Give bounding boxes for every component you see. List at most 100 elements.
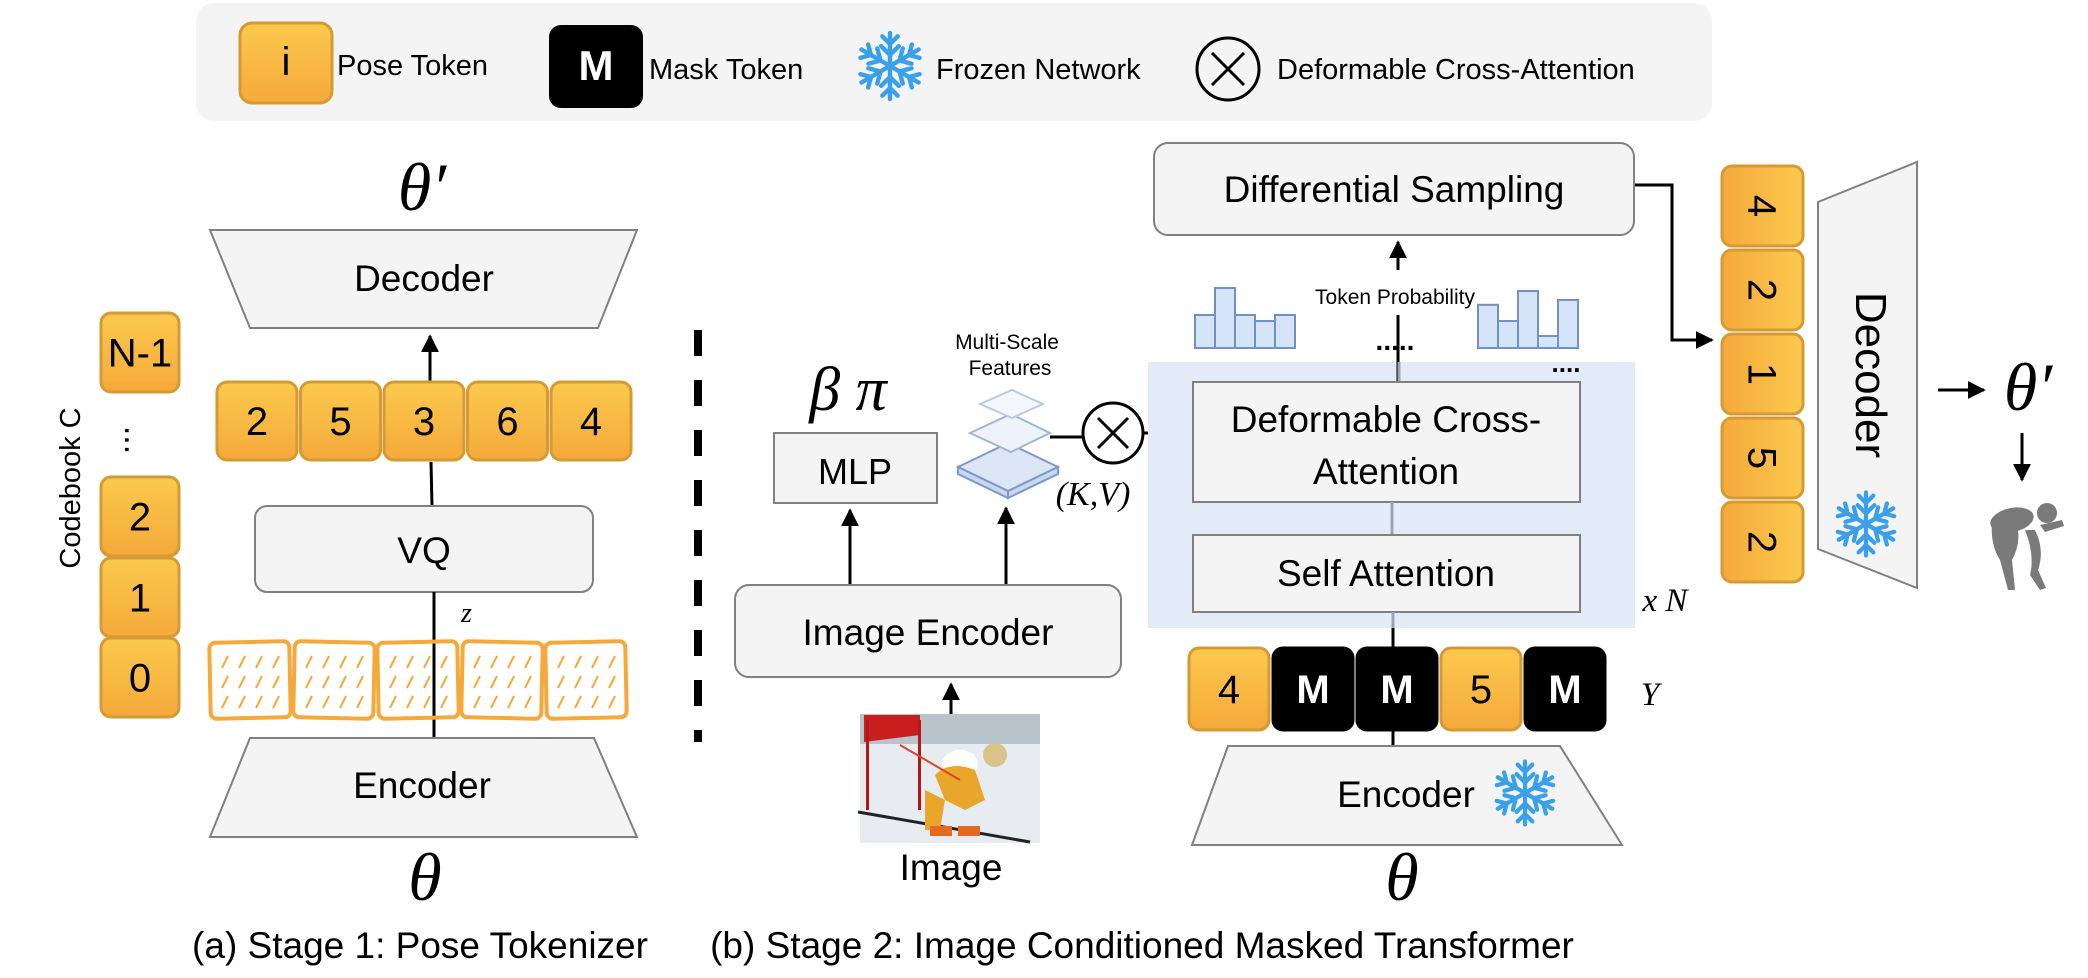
token-label: 2 <box>1740 279 1784 301</box>
token-label: 4 <box>1740 195 1784 217</box>
stage2-caption: (b) Stage 2: Image Conditioned Masked Tr… <box>710 925 1574 966</box>
self-attention-label: Self Attention <box>1277 553 1495 594</box>
latent-feature <box>207 639 293 721</box>
token-label: 5 <box>1740 447 1784 469</box>
output-token-column: 4 2 1 5 2 <box>1720 164 1805 584</box>
probability-bar <box>1254 320 1276 349</box>
token-probability-hist-left <box>1194 287 1296 349</box>
token-label: 2 <box>246 400 268 444</box>
token-label: 1 <box>1740 363 1784 385</box>
deformable-ca-label-2: Attention <box>1313 451 1459 492</box>
latent-feature <box>375 639 461 721</box>
stage2-encoder-label: Encoder <box>1337 774 1475 815</box>
probability-bar <box>1194 314 1216 349</box>
mask-token-glyph: M <box>579 42 614 89</box>
mask-token: M <box>1523 646 1607 732</box>
mask-token: M <box>1355 646 1439 732</box>
pose-token-glyph: i <box>282 40 291 84</box>
pose-token: 4 <box>549 380 633 462</box>
probability-bar <box>1537 335 1559 349</box>
token-label: M <box>1296 668 1329 712</box>
vq-label: VQ <box>397 530 450 571</box>
multiscale-features-icon <box>955 388 1061 500</box>
beta-pi-label: β π <box>808 356 888 424</box>
codebook-entry: N-1 <box>99 311 181 394</box>
differential-sampling-label: Differential Sampling <box>1224 169 1565 210</box>
latent-feature <box>459 639 545 721</box>
token-label: 2 <box>1740 531 1784 553</box>
token-label: M <box>1548 668 1581 712</box>
codebook-column: N-1... 2 1 0 <box>99 311 181 719</box>
token-probability-hist-right <box>1477 290 1579 349</box>
cross-attention-label: Deformable Cross-Attention <box>1277 54 1635 86</box>
probability-bar <box>1497 320 1519 349</box>
token-label: 5 <box>329 400 351 444</box>
output-token: 2 <box>1720 248 1805 332</box>
pose-token: 6 <box>466 380 549 462</box>
ellipsis-mid: ..... <box>1376 325 1415 356</box>
pose-token: 5 <box>299 380 382 462</box>
codebook-label: Codebook C <box>55 407 87 568</box>
token-label: 3 <box>413 400 435 444</box>
stage2: β π MLP Multi-Scale Features (K,V) Image… <box>710 142 2064 966</box>
probability-bar <box>1274 314 1296 349</box>
pose-token: 4 <box>1187 646 1271 732</box>
ellipsis-right: .... <box>1552 348 1581 378</box>
stage1-caption: (a) Stage 1: Pose Tokenizer <box>192 925 648 966</box>
token-label: 5 <box>1470 668 1492 712</box>
legend: i Pose Token M Mask Token Frozen Network… <box>196 3 1712 121</box>
output-token: 4 <box>1720 164 1805 248</box>
arrow-to-output-tokens <box>1635 183 1714 349</box>
multiscale-label-1: Multi-Scale <box>955 331 1059 354</box>
latent-feature <box>291 639 377 721</box>
token-label: 6 <box>496 400 518 444</box>
image-encoder-label: Image Encoder <box>803 612 1054 653</box>
probability-bar <box>1477 303 1499 349</box>
latent-features <box>207 639 629 721</box>
stage2-theta: θ <box>1385 839 1418 915</box>
deformable-ca-label-1: Deformable Cross- <box>1231 399 1541 440</box>
multiscale-label-2: Features <box>969 357 1052 380</box>
output-token: 2 <box>1720 500 1805 584</box>
z-label: z <box>460 598 472 629</box>
token-label: 0 <box>129 657 151 701</box>
latent-feature <box>543 639 629 721</box>
stage2-decoder-label: Decoder <box>1846 292 1895 458</box>
pose-token: 3 <box>382 380 466 462</box>
pose-token-label: Pose Token <box>337 50 488 82</box>
token-probability-label: Token Probability <box>1315 286 1475 309</box>
probability-bar <box>1214 287 1236 349</box>
token-label: 2 <box>129 496 151 540</box>
output-token: 5 <box>1720 416 1805 500</box>
frozen-label: Frozen Network <box>936 54 1141 86</box>
output-token: 1 <box>1720 332 1805 416</box>
probability-bar <box>1234 314 1256 349</box>
stage2-theta-prime: θ′ <box>2004 349 2053 425</box>
codebook-entry: 1 <box>99 556 181 639</box>
input-image <box>857 714 1040 844</box>
codebook-ellipsis: ... <box>117 426 155 454</box>
stage1-encoder-label: Encoder <box>353 765 491 806</box>
kv-label: (K,V) <box>1056 476 1131 513</box>
token-label: 1 <box>129 577 151 621</box>
token-label: 4 <box>580 400 602 444</box>
xn-label: x N <box>1642 583 1690 619</box>
probability-bar <box>1557 299 1579 349</box>
human-mesh-figure <box>1990 503 2064 590</box>
diagram-canvas: i Pose Token M Mask Token Frozen Network… <box>55 3 2064 966</box>
token-label: M <box>1380 668 1413 712</box>
pose-token: 2 <box>215 380 299 462</box>
codebook-entry: 0 <box>99 636 181 719</box>
pose-token: 5 <box>1439 646 1523 732</box>
y-label: Y <box>1641 677 1663 713</box>
stage1-line-vq-tokens <box>429 461 434 507</box>
stage1: θ′ Decoder 2 5 3 6 4 VQ z Encoder θ (a) Stag… <box>55 149 648 966</box>
mask-token: M <box>1271 646 1355 732</box>
probability-bar <box>1517 290 1539 349</box>
token-label: N-1 <box>108 332 172 376</box>
mlp-label: MLP <box>818 451 892 492</box>
mask-token-label: Mask Token <box>649 54 803 86</box>
stage1-theta-prime: θ′ <box>398 149 447 225</box>
codebook-entry: 2 <box>99 475 181 558</box>
stage1-token-row: 2 5 3 6 4 <box>215 380 633 462</box>
